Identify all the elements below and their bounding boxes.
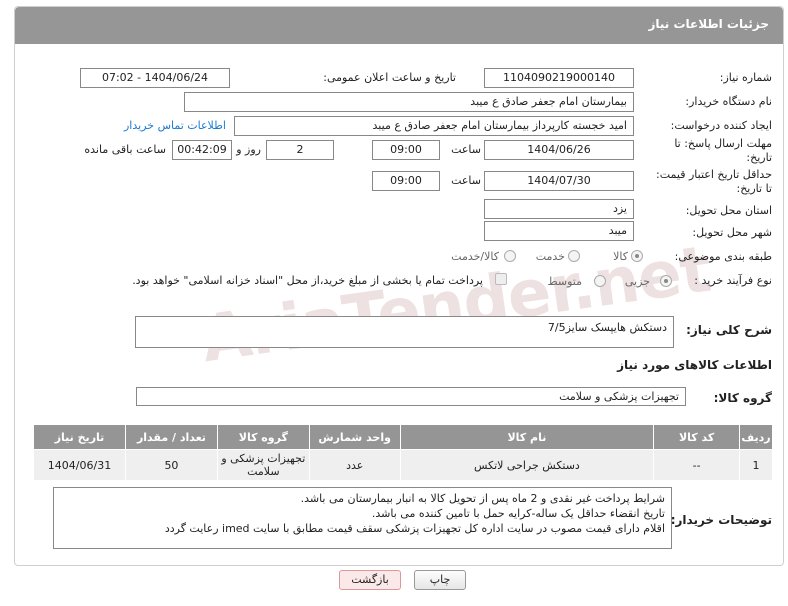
process-label: نوع فرآیند خرید :	[694, 274, 772, 287]
cell-need-date: 1404/06/31	[32, 449, 127, 481]
announce-label: تاریخ و ساعت اعلان عمومی:	[323, 71, 456, 84]
col-quantity: تعداد / مقدار	[125, 424, 218, 450]
validity-time-field: 09:00	[372, 171, 440, 191]
deadline-time-label: ساعت	[451, 143, 481, 156]
time-remaining-field: 00:42:09	[172, 140, 232, 160]
city-label: شهر محل تحویل:	[692, 226, 772, 239]
deadline-label: مهلت ارسال پاسخ: تا	[674, 137, 772, 150]
need-number-label: شماره نیاز:	[719, 71, 772, 84]
announce-field: 1404/06/24 - 07:02	[80, 68, 230, 88]
category-radio-goods[interactable]	[631, 250, 643, 262]
validity-label: حداقل تاریخ اعتبار قیمت:	[656, 168, 772, 181]
buyer-org-field: بیمارستان امام جعفر صادق ع میبد	[184, 92, 634, 112]
goods-table: ردیف کد کالا نام کالا واحد شمارش گروه کا…	[32, 424, 773, 481]
col-row-number: ردیف	[739, 424, 773, 450]
process-option-minor: جزیی	[624, 275, 650, 288]
treasury-payment-checkbox[interactable]	[495, 273, 507, 285]
description-textarea[interactable]	[135, 316, 674, 348]
validity-date-field: 1404/07/30	[484, 171, 634, 191]
deadline-date-field: 1404/06/26	[484, 140, 634, 160]
process-option-medium: متوسط	[547, 275, 582, 288]
col-goods-group: گروه کالا	[216, 424, 310, 450]
buyer-org-label: نام دستگاه خریدار:	[685, 95, 772, 108]
requester-field: امید خجسته کارپرداز بیمارستان امام جعفر …	[234, 116, 634, 136]
table-header-row: ردیف کد کالا نام کالا واحد شمارش گروه کا…	[32, 424, 773, 450]
goods-group-label: گروه کالا:	[713, 391, 772, 405]
province-field: یزد	[484, 199, 634, 219]
deadline-time-field: 09:00	[372, 140, 440, 160]
buyer-note-line: تاریخ انقضاء حداقل یک ساله-کرایه حمل با …	[371, 507, 665, 520]
col-unit: واحد شمارش	[308, 424, 401, 450]
category-radio-goods-service[interactable]	[504, 250, 516, 262]
remaining-label: ساعت باقی مانده	[84, 143, 166, 156]
category-option-goods: کالا	[613, 250, 628, 263]
panel-header: جزئیات اطلاعات نیاز	[15, 7, 783, 44]
category-radio-service[interactable]	[568, 250, 580, 262]
validity-label-date: تا تاریخ:	[736, 182, 772, 195]
category-option-goods-service: کالا/خدمت	[451, 250, 499, 263]
cell-unit: عدد	[308, 449, 401, 481]
description-label: شرح کلی نیاز:	[686, 323, 772, 337]
buyer-note-line: شرایط پرداخت غیر نقدی و 2 ماه پس از تحوی…	[300, 492, 665, 505]
back-button[interactable]: بازگشت	[339, 570, 401, 590]
col-goods-name: نام کالا	[399, 424, 655, 450]
deadline-label-date: تاریخ:	[746, 151, 772, 164]
category-label: طبقه بندی موضوعی:	[674, 250, 772, 263]
category-option-service: خدمت	[535, 250, 565, 263]
cell-goods-name: دستکش جراحی لاتکس	[399, 449, 655, 481]
days-remaining-field: 2	[266, 140, 334, 160]
contact-buyer-link[interactable]: اطلاعات تماس خریدار	[124, 119, 226, 132]
buyer-note-line: اقلام دارای قیمت مصوب در سایت اداره کل ت…	[164, 522, 665, 535]
goods-section-title: اطلاعات کالاهای مورد نیاز	[617, 358, 772, 372]
buyer-notes-textarea[interactable]: شرایط پرداخت غیر نقدی و 2 ماه پس از تحوی…	[53, 487, 672, 549]
city-field: میبد	[484, 221, 634, 241]
days-label: روز و	[236, 143, 261, 156]
process-radio-medium[interactable]	[594, 275, 606, 287]
need-number-field: 1104090219000140	[484, 68, 634, 88]
col-goods-code: کد کالا	[653, 424, 741, 450]
col-need-date: تاریخ نیاز	[32, 424, 127, 450]
print-button[interactable]: چاپ	[414, 570, 466, 590]
table-row: 1 -- دستکش جراحی لاتکس عدد تجهیزات پزشکی…	[32, 449, 773, 481]
cell-row-number: 1	[739, 449, 773, 481]
treasury-payment-note: پرداخت تمام یا بخشی از مبلغ خرید،از محل …	[132, 274, 483, 287]
requester-label: ایجاد کننده درخواست:	[670, 119, 772, 132]
page-title: جزئیات اطلاعات نیاز	[648, 17, 769, 31]
goods-group-field: تجهیزات پزشکی و سلامت	[136, 387, 686, 406]
cell-goods-code: --	[653, 449, 741, 481]
cell-goods-group: تجهیزات پزشکی و سلامت	[216, 449, 310, 481]
cell-quantity: 50	[125, 449, 218, 481]
validity-time-label: ساعت	[451, 174, 481, 187]
province-label: استان محل تحویل:	[685, 204, 772, 217]
process-radio-minor[interactable]	[660, 275, 672, 287]
buyer-notes-label: توضیحات خریدار:	[670, 513, 772, 527]
